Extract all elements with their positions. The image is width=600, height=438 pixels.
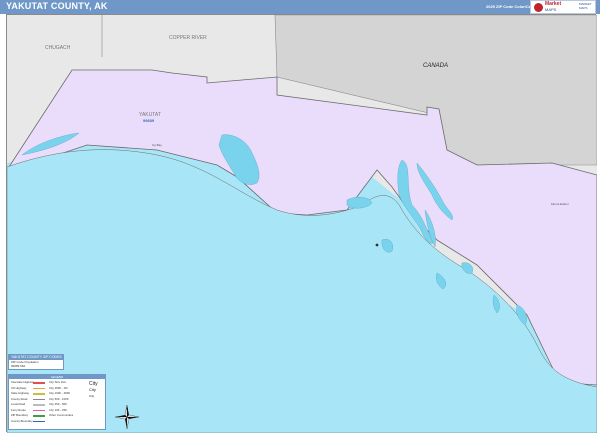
label-zip: 99689 xyxy=(143,118,155,123)
map-frame: CHUGACH COPPER RIVER CANADA YAKUTAT 9968… xyxy=(6,14,598,434)
city-sample: City xyxy=(89,394,95,398)
city-marker xyxy=(375,243,379,247)
label-chugach: CHUGACH xyxy=(45,45,71,51)
compass-north-label: N xyxy=(126,407,129,411)
label-copper-river: COPPER RIVER xyxy=(169,35,207,41)
label-small-2: Mount Esther xyxy=(551,202,569,206)
zip-legend: YAKUTAT COUNTY ZIP CODES ZIP Code Popula… xyxy=(8,354,64,370)
map-legend: LEGEND Interstate Highway US Highway Sta… xyxy=(8,374,106,430)
page-title: YAKUTAT COUNTY, AK xyxy=(6,1,108,11)
legend-item-city-size: Other Communities xyxy=(49,413,74,417)
logo-brand-secondary: MAPS xyxy=(545,7,557,12)
title-bar: YAKUTAT COUNTY, AK 2025 ZIP Code Color/C… xyxy=(0,0,600,14)
compass-rose-icon: N xyxy=(114,404,140,430)
label-canada: CANADA xyxy=(423,63,448,69)
legend-item-county-boundary: County Boundary xyxy=(11,419,45,425)
publisher-logo: Market MAPS MARKET MAPS xyxy=(530,0,596,14)
map-canvas: CHUGACH COPPER RIVER CANADA YAKUTAT 9968… xyxy=(6,14,598,434)
legend-title: LEGEND xyxy=(9,375,105,379)
label-small-1: Icy Bay xyxy=(152,143,162,147)
legend-city-samples: City City City xyxy=(89,381,98,399)
compass-graphic: N xyxy=(114,404,140,430)
zip-legend-row: 99689 662 xyxy=(11,364,26,368)
legend-left-column: Interstate Highway US Highway State High… xyxy=(11,380,45,425)
logo-subtext: MARKET MAPS xyxy=(579,2,592,10)
globe-icon xyxy=(534,3,543,12)
legend-right-column: City Size 1M+ City 250K - 1M City 100K -… xyxy=(49,380,73,419)
